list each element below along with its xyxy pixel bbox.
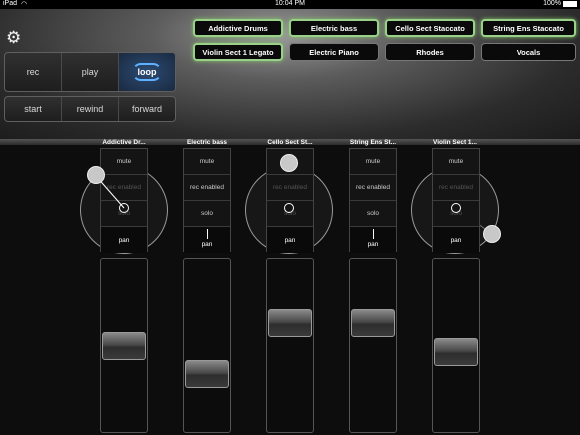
- channel-title: Violin Sect 1...: [433, 139, 477, 146]
- channel-strip: mute rec enabled solo pan: [183, 148, 231, 253]
- mute-button[interactable]: mute: [184, 149, 230, 175]
- solo-button[interactable]: solo: [350, 201, 396, 227]
- pan-tick: [373, 229, 374, 239]
- pan-label: pan: [184, 227, 230, 253]
- volume-fader-track[interactable]: [349, 258, 397, 433]
- pan-tick: [207, 229, 208, 239]
- pan-knob-handle[interactable]: [483, 225, 501, 243]
- pan-text: pan: [201, 240, 213, 248]
- volume-fader-handle[interactable]: [351, 309, 395, 337]
- channel-strip: mute rec enabled solo pan: [432, 148, 480, 253]
- rec-enable-button[interactable]: rec enabled: [350, 175, 396, 201]
- volume-fader-handle[interactable]: [102, 332, 146, 360]
- solo-button[interactable]: solo: [184, 201, 230, 227]
- pan-label: pan: [433, 227, 479, 253]
- rec-enable-button[interactable]: rec enabled: [433, 175, 479, 201]
- pan-label: pan: [350, 227, 396, 253]
- pan-text: pan: [450, 236, 462, 244]
- volume-fader-track[interactable]: [100, 258, 148, 433]
- volume-fader-track[interactable]: [183, 258, 231, 433]
- rec-enable-button[interactable]: rec enabled: [184, 175, 230, 201]
- pan-knob-handle[interactable]: [280, 154, 298, 172]
- volume-fader-handle[interactable]: [268, 309, 312, 337]
- volume-fader-track[interactable]: [266, 258, 314, 433]
- volume-fader-handle[interactable]: [434, 338, 478, 366]
- pan-label: pan: [267, 227, 313, 253]
- channel-title: String Ens St...: [349, 139, 397, 146]
- pan-knob-handle[interactable]: [87, 166, 105, 184]
- channel-strip: mute rec enabled solo pan: [349, 148, 397, 253]
- knob-center: [119, 203, 129, 213]
- mute-button[interactable]: mute: [350, 149, 396, 175]
- volume-fader-track[interactable]: [432, 258, 480, 433]
- channel-title: Electric bass: [186, 139, 228, 146]
- pan-text: pan: [367, 240, 379, 248]
- knob-center: [451, 203, 461, 213]
- knob-center: [284, 203, 294, 213]
- rec-enable-button[interactable]: rec enabled: [267, 175, 313, 201]
- pan-text: pan: [284, 236, 296, 244]
- volume-fader-handle[interactable]: [185, 360, 229, 388]
- loop-label: loop: [137, 67, 157, 77]
- channel-title: Cello Sect St...: [267, 139, 313, 146]
- mute-button[interactable]: mute: [433, 149, 479, 175]
